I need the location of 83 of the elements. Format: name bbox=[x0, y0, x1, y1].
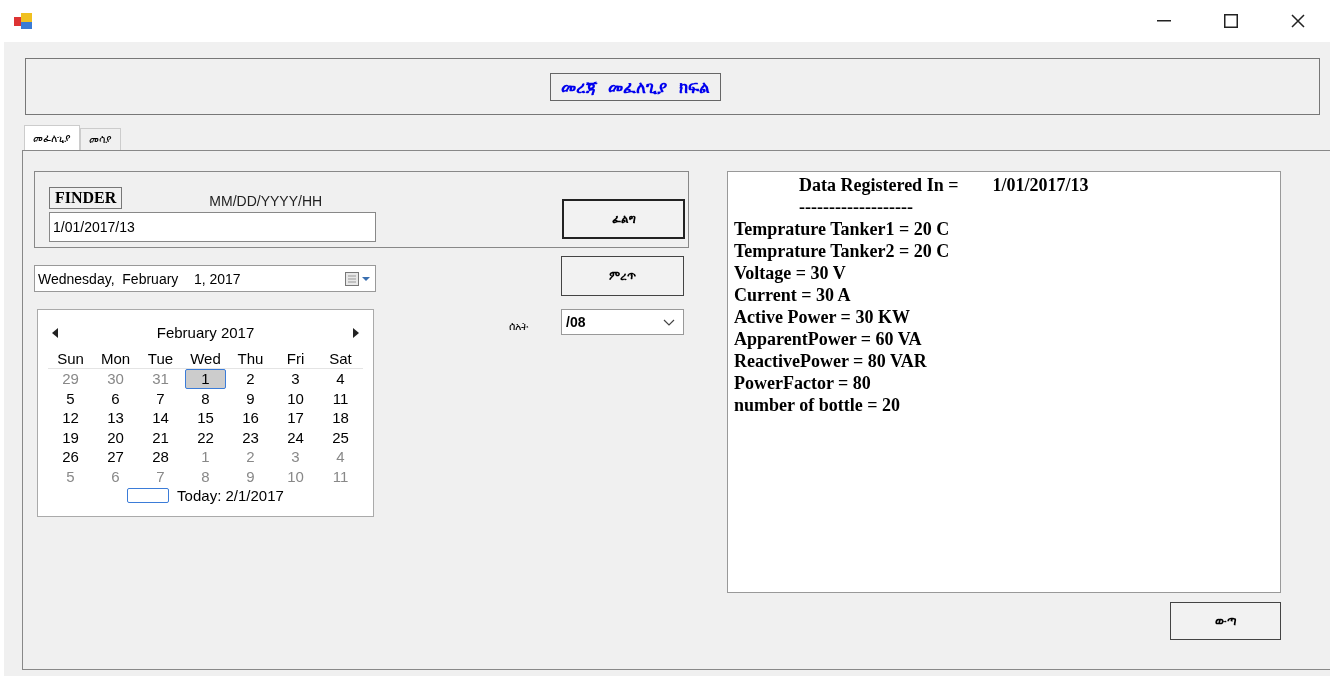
date-picker[interactable]: Wednesday, February 1, 2017 bbox=[34, 265, 376, 292]
calendar-day[interactable]: 8 bbox=[183, 388, 228, 408]
calendar-day[interactable]: 1 bbox=[185, 369, 226, 389]
calendar-day[interactable]: 7 bbox=[138, 388, 183, 408]
form-title: መረጃ መፈለጊያ ክፍል bbox=[549, 72, 722, 101]
today-label[interactable]: Today: 2/1/2017 bbox=[177, 487, 284, 504]
calendar-day[interactable]: 27 bbox=[93, 447, 138, 467]
close-icon[interactable] bbox=[1291, 14, 1305, 28]
calendar-day[interactable]: 11 bbox=[318, 466, 363, 486]
calendar-day[interactable]: 2 bbox=[228, 447, 273, 467]
calendar-day[interactable]: 30 bbox=[93, 369, 138, 389]
calendar-dropdown-icon[interactable] bbox=[345, 271, 371, 286]
calendar-day[interactable]: 10 bbox=[273, 466, 318, 486]
output-line: Current = 30 A bbox=[734, 284, 852, 306]
weekday-header: Mon bbox=[93, 350, 138, 369]
app-icon bbox=[14, 13, 32, 29]
hour-label: ሰአት bbox=[509, 319, 529, 333]
calendar-day[interactable]: 12 bbox=[48, 408, 93, 428]
tab[interactable]: መሳያ bbox=[80, 128, 121, 150]
next-month-arrow[interactable] bbox=[353, 327, 359, 338]
weekday-header: Sat bbox=[318, 350, 363, 369]
calendar-day[interactable]: 14 bbox=[138, 408, 183, 428]
output-divider-text: ------------------- bbox=[798, 196, 914, 218]
calendar-day[interactable]: 1 bbox=[183, 447, 228, 467]
calendar-day[interactable]: 6 bbox=[93, 466, 138, 486]
calendar-day[interactable]: 4 bbox=[318, 447, 363, 467]
calendar-day[interactable]: 29 bbox=[48, 369, 93, 389]
output-heading-label: Data Registered In = bbox=[799, 174, 959, 196]
calendar-day[interactable]: 2 bbox=[228, 369, 273, 389]
weekday-header: Sun bbox=[48, 350, 93, 369]
calendar-day[interactable]: 19 bbox=[48, 427, 93, 447]
finder-label: FINDER bbox=[49, 187, 123, 209]
output-line: ReactivePower = 80 VAR bbox=[734, 350, 928, 372]
calendar-day[interactable]: 17 bbox=[273, 408, 318, 428]
calendar-day[interactable]: 20 bbox=[93, 427, 138, 447]
calendar-day[interactable]: 15 bbox=[183, 408, 228, 428]
maximize-icon[interactable] bbox=[1224, 14, 1238, 28]
date-input[interactable]: 1/01/2017/13 bbox=[49, 212, 376, 242]
select-button[interactable]: ምረጥ bbox=[561, 256, 684, 296]
minimize-icon[interactable] bbox=[1157, 20, 1171, 22]
calendar-day[interactable]: 6 bbox=[93, 388, 138, 408]
output-line: ApparentPower = 60 VA bbox=[734, 328, 923, 350]
output-line: Active Power = 30 KW bbox=[734, 306, 911, 328]
calendar-day[interactable]: 18 bbox=[318, 408, 363, 428]
chevron-down-icon bbox=[663, 318, 675, 326]
calendar-day[interactable]: 31 bbox=[138, 369, 183, 389]
output-line: Temprature Tanker1 = 20 C bbox=[734, 218, 951, 240]
previous-month-arrow[interactable] bbox=[52, 327, 58, 338]
calendar-day[interactable]: 10 bbox=[273, 388, 318, 408]
calendar-day[interactable]: 23 bbox=[228, 427, 273, 447]
calendar-day[interactable]: 5 bbox=[48, 466, 93, 486]
exit-button[interactable]: ውጣ bbox=[1170, 602, 1281, 640]
calendar-day[interactable]: 22 bbox=[183, 427, 228, 447]
calendar-day[interactable]: 5 bbox=[48, 388, 93, 408]
format-hint: MM/DD/YYYY/HH bbox=[209, 193, 323, 209]
weekday-header: Tue bbox=[138, 350, 183, 369]
calendar-day[interactable]: 8 bbox=[183, 466, 228, 486]
calendar-day[interactable]: 13 bbox=[93, 408, 138, 428]
output-line: Voltage = 30 V bbox=[734, 262, 847, 284]
calendar-day[interactable]: 24 bbox=[273, 427, 318, 447]
calendar-day[interactable]: 4 bbox=[318, 369, 363, 389]
output-line: Temprature Tanker2 = 20 C bbox=[734, 240, 951, 262]
calendar-day[interactable]: 16 bbox=[228, 408, 273, 428]
calendar-day[interactable]: 21 bbox=[138, 427, 183, 447]
calendar-day[interactable]: 3 bbox=[273, 447, 318, 467]
output-line: number of bottle = 20 bbox=[734, 394, 901, 416]
calendar-day[interactable]: 28 bbox=[138, 447, 183, 467]
calendar-day[interactable]: 26 bbox=[48, 447, 93, 467]
weekday-header: Fri bbox=[273, 350, 318, 369]
output-heading-value: 1/01/2017/13 bbox=[992, 174, 1089, 196]
today-marker bbox=[127, 488, 170, 503]
tab[interactable]: መፈለጊያ bbox=[24, 125, 80, 150]
hour-dropdown[interactable]: /08 bbox=[561, 309, 684, 335]
calendar-day[interactable]: 7 bbox=[138, 466, 183, 486]
calendar-day[interactable]: 11 bbox=[318, 388, 363, 408]
weekday-header: Thu bbox=[228, 350, 273, 369]
calendar-day[interactable]: 25 bbox=[318, 427, 363, 447]
calendar-day[interactable]: 9 bbox=[228, 388, 273, 408]
calendar-month: February 2017 bbox=[156, 324, 255, 341]
calendar-day[interactable]: 3 bbox=[273, 369, 318, 389]
output-line: PowerFactor = 80 bbox=[734, 372, 872, 394]
search-button[interactable]: ፈልግ bbox=[562, 199, 685, 239]
calendar-day[interactable]: 9 bbox=[228, 466, 273, 486]
